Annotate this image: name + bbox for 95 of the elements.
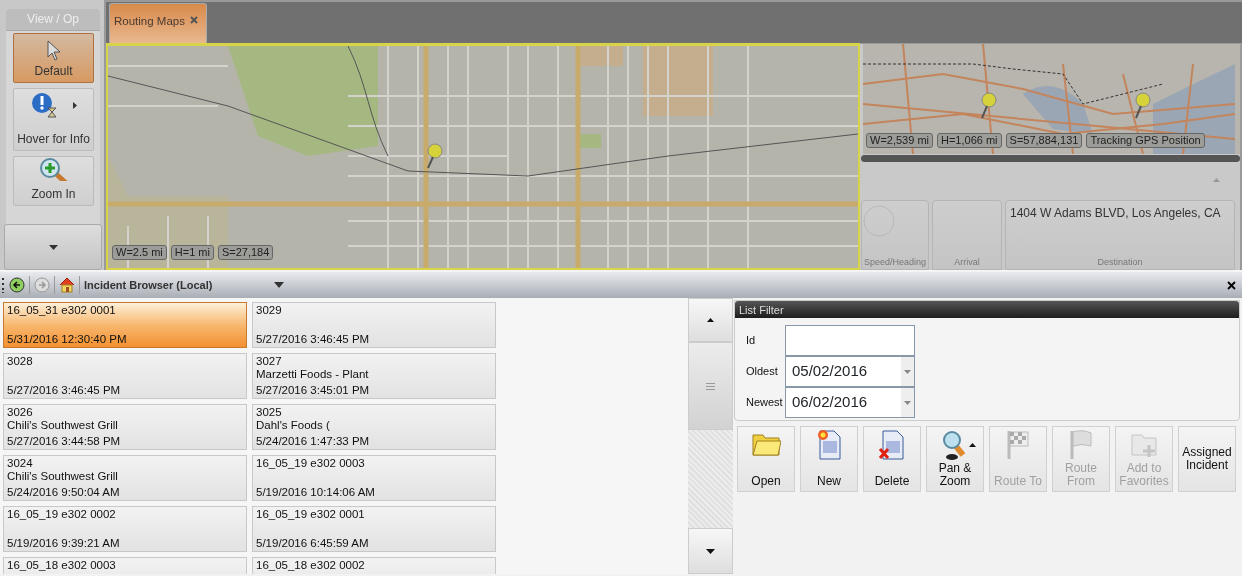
scale-label: H=1 mi <box>170 245 214 260</box>
scale-label: S=27,184 <box>217 245 274 260</box>
incident-time: 5/24/2016 9:50:04 AM <box>7 486 121 499</box>
incident-card[interactable]: 3026 Chili's Southwest Grill 5/27/2016 3:44:58 PM <box>3 404 247 450</box>
caret-down-icon <box>904 400 911 405</box>
caret-up-icon <box>707 318 714 322</box>
scale-label: W=2.5 mi <box>112 245 167 260</box>
home-icon[interactable] <box>59 277 75 293</box>
incident-name: Marzetti Foods - Plant <box>256 368 370 381</box>
incident-time: 5/19/2016 6:45:59 AM <box>256 537 370 550</box>
scale-label: W=2,539 mi <box>866 133 933 148</box>
date-field[interactable]: 06/02/2016 <box>785 387 915 418</box>
incident-time: 5/27/2016 3:45:01 PM <box>256 384 371 397</box>
scroll-thumb[interactable] <box>688 342 733 430</box>
scale-label: H=1,066 mi <box>937 133 1002 148</box>
incident-id: 3027 <box>256 355 283 368</box>
incident-card[interactable]: 3029 5/27/2016 3:46:45 PM <box>252 302 496 348</box>
action-button[interactable]: New <box>800 426 858 492</box>
incident-id: 16_05_19 e302 0001 <box>256 508 366 521</box>
incident-id: 16_05_31 e302 0001 <box>7 304 117 317</box>
incident-time: 5/27/2016 3:46:45 PM <box>256 333 371 346</box>
text-field[interactable] <box>785 325 915 356</box>
back-icon[interactable] <box>9 277 25 293</box>
action-button[interactable]: Assigned Incident <box>1178 426 1236 492</box>
scroll-up-button[interactable] <box>688 298 733 342</box>
incident-id: 3024 <box>7 457 34 470</box>
scrollbar[interactable] <box>861 155 1240 162</box>
delete-document-icon <box>878 429 906 461</box>
incident-id: 16_05_19 e302 0002 <box>7 508 117 521</box>
incident-id: 3029 <box>256 304 283 317</box>
action-button[interactable]: Pan & Zoom <box>926 426 984 492</box>
incident-card[interactable]: 3024 Chili's Southwest Grill 5/24/2016 9:50:04 AM <box>3 455 247 501</box>
action-button[interactable]: Open <box>737 426 795 492</box>
caret-down-icon <box>904 369 911 374</box>
incident-id: 16_05_18 e302 0003 <box>7 559 117 572</box>
incident-card[interactable]: 16_05_18 e302 0003 <box>3 557 247 574</box>
incident-id: 3026 <box>7 406 34 419</box>
gauge-label: Arrival <box>954 255 980 269</box>
incident-card[interactable]: 16_05_19 e302 0002 5/19/2016 9:39:21 AM <box>3 506 247 552</box>
caret-up-icon <box>969 443 976 447</box>
scale-label: Tracking GPS Position <box>1086 133 1205 148</box>
incident-card[interactable]: 16_05_18 e302 0002 <box>252 557 496 574</box>
caret-down-icon <box>706 548 715 554</box>
incident-id: 16_05_18 e302 0002 <box>256 559 366 572</box>
pointer-icon <box>45 40 62 62</box>
panel-title: List Filter <box>735 301 1239 318</box>
incident-id: 3028 <box>7 355 34 368</box>
caret-up-icon[interactable] <box>1213 178 1220 182</box>
checkered-flag-icon <box>1005 429 1031 461</box>
close-icon[interactable] <box>1227 280 1236 290</box>
incident-time: 5/19/2016 9:39:21 AM <box>7 537 121 550</box>
gauge-label: Destination <box>1097 255 1143 269</box>
incident-id: 3025 <box>256 406 283 419</box>
incident-time: 5/27/2016 3:44:58 PM <box>7 435 122 448</box>
grip-icon <box>2 277 5 293</box>
incident-card[interactable]: 3025 Dahl's Foods ( 5/24/2016 1:47:33 PM <box>252 404 496 450</box>
incident-time: 5/24/2016 1:47:33 PM <box>256 435 371 448</box>
incident-name: Dahl's Foods ( <box>256 419 331 432</box>
info-icon <box>30 92 59 118</box>
field-label: Id <box>746 333 757 349</box>
incident-card[interactable]: 16_05_19 e302 0001 5/19/2016 6:45:59 AM <box>252 506 496 552</box>
incident-card[interactable]: 16_05_19 e302 0003 5/19/2016 10:14:06 AM <box>252 455 496 501</box>
field-label: Oldest <box>746 364 779 380</box>
new-document-icon <box>815 429 843 461</box>
flag-icon <box>1068 429 1094 461</box>
date-field[interactable]: 05/02/2016 <box>785 356 915 387</box>
destination-text: 1404 W Adams BLVD, Los Angeles, CA <box>1009 205 1222 222</box>
browser-title: Incident Browser (Local) <box>84 277 214 293</box>
scroll-down-button[interactable] <box>688 528 733 574</box>
tool-button[interactable]: Hover for Info <box>13 88 94 151</box>
caret-down-icon <box>48 244 58 250</box>
incident-card[interactable]: 16_05_31 e302 0001 5/31/2016 12:30:40 PM <box>3 302 247 348</box>
incident-time: 5/31/2016 12:30:40 PM <box>7 333 128 346</box>
map-tab[interactable]: Routing Maps <box>109 3 207 43</box>
incident-name: Chili's Southwest Grill <box>7 419 119 432</box>
field-label: Newest <box>746 395 784 411</box>
zoom-in-icon <box>38 157 69 181</box>
tool-button[interactable]: Default <box>13 33 94 83</box>
incident-time: 5/19/2016 10:14:06 AM <box>256 486 376 499</box>
incident-name: Chili's Southwest Grill <box>7 470 119 483</box>
incident-id: 16_05_19 e302 0003 <box>256 457 366 470</box>
scale-label: S=57,884,131 <box>1005 133 1083 148</box>
incident-time: 5/27/2016 3:46:45 PM <box>7 384 122 397</box>
grip-icon <box>706 382 715 390</box>
action-button[interactable]: Delete <box>863 426 921 492</box>
more-button[interactable] <box>4 224 102 270</box>
dropdown-caret-icon[interactable] <box>274 282 284 288</box>
gauge-label: Speed/Heading <box>863 255 927 269</box>
incident-card[interactable]: 3028 5/27/2016 3:46:45 PM <box>3 353 247 399</box>
caret-right-icon <box>72 101 77 109</box>
incident-card[interactable]: 3027 Marzetti Foods - Plant 5/27/2016 3:45:01 PM <box>252 353 496 399</box>
tool-button[interactable]: Zoom In <box>13 156 94 206</box>
street-map[interactable]: W=2.5 mi H=1 mi S=27,184 <box>106 43 860 270</box>
overview-map[interactable]: W=2,539 mi H=1,066 mi S=57,884,131 Tracking GPS Position <box>863 44 1240 154</box>
forward-icon[interactable] <box>34 277 50 293</box>
